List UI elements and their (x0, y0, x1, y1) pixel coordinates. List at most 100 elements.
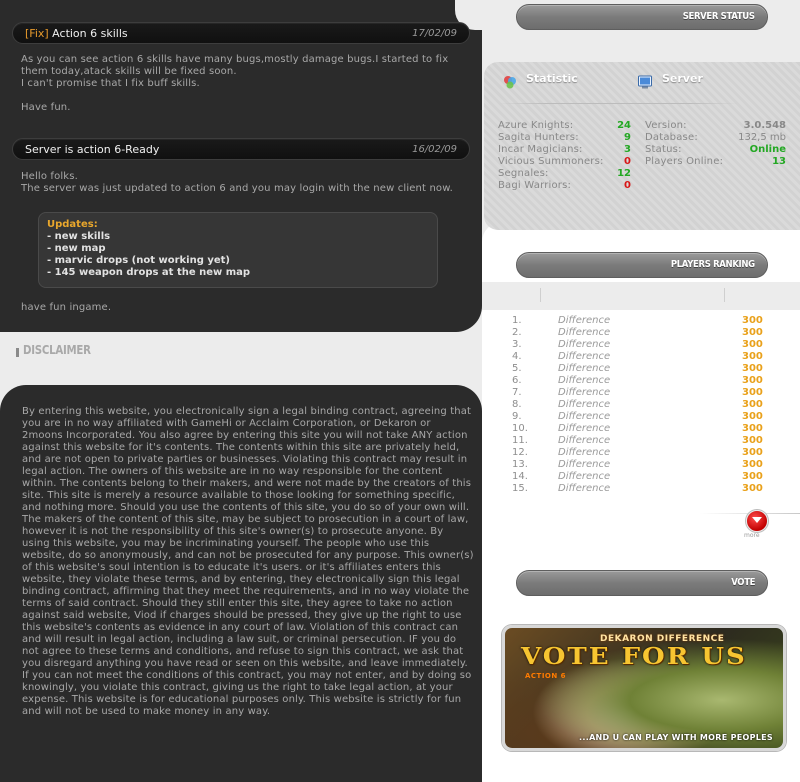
player-name[interactable]: Difference (558, 387, 610, 399)
ranking-row[interactable]: 12. Difference 300 (500, 447, 780, 459)
stat-value: 9 (624, 132, 631, 143)
news-paragraph (21, 90, 471, 102)
player-points: 300 (742, 387, 763, 398)
updates-item: - marvic drops (not working yet) (47, 255, 230, 266)
rank-number: 5. (512, 363, 522, 374)
rank-number: 7. (512, 387, 522, 398)
rank-number: 2. (512, 327, 522, 338)
column-divider (540, 288, 541, 302)
column-divider (724, 288, 725, 302)
server-info-label: Status: (645, 144, 682, 155)
player-name[interactable]: Difference (558, 363, 610, 375)
rank-number: 6. (512, 375, 522, 386)
player-name[interactable]: Difference (558, 423, 610, 435)
stat-value: 3 (624, 144, 631, 155)
vote-header: VOTE (516, 570, 768, 596)
news-date: 17/02/09 (412, 28, 457, 39)
rank-number: 11. (512, 435, 528, 446)
rank-number: 4. (512, 351, 522, 362)
rank-number: 14. (512, 471, 528, 482)
vote-banner[interactable]: DEKARON DIFFERENCE VOTE FOR US ACTION 6 … (502, 625, 786, 751)
more-label: more (744, 532, 760, 539)
ranking-row[interactable]: 9. Difference 300 (500, 411, 780, 423)
player-points: 300 (742, 399, 763, 410)
ranking-row[interactable]: 2. Difference 300 (500, 327, 780, 339)
news-footer: have fun ingame. (21, 302, 112, 313)
updates-item: - 145 weapon drops at the new map (47, 267, 251, 278)
player-name[interactable]: Difference (558, 411, 610, 423)
disclaimer-title: DISCLAIMER (23, 343, 91, 357)
news-paragraph: Hello folks. (21, 171, 78, 182)
ranking-row[interactable]: 6. Difference 300 (500, 375, 780, 387)
player-points: 300 (742, 447, 763, 458)
news-paragraph: As you can see action 6 skills have many… (21, 54, 449, 77)
stat-value: 12 (617, 168, 631, 179)
player-points: 300 (742, 339, 763, 350)
ranking-table-header (482, 282, 800, 310)
player-name[interactable]: Difference (558, 327, 610, 339)
ranking-row[interactable]: 1. Difference 300 (500, 315, 780, 327)
disclaimer-text: By entering this website, you electronic… (22, 406, 474, 717)
disclaimer-header-area (0, 332, 482, 384)
rank-number: 10. (512, 423, 528, 434)
news-title-text: Server is action 6-Ready (25, 143, 160, 156)
ranking-row[interactable]: 3. Difference 300 (500, 339, 780, 351)
updates-item: - new skills (47, 231, 111, 242)
ranking-row[interactable]: 4. Difference 300 (500, 351, 780, 363)
news-paragraph: The server was just updated to action 6 … (21, 183, 453, 194)
statistic-label: Statistic (526, 72, 578, 85)
ranking-row[interactable]: 8. Difference 300 (500, 399, 780, 411)
players-ranking-title: PLAYERS RANKING (671, 259, 755, 270)
updates-box: Updates: - new skills - new map - marvic… (38, 212, 438, 288)
player-name[interactable]: Difference (558, 435, 610, 447)
player-points: 300 (742, 423, 763, 434)
ranking-row[interactable]: 15. Difference 300 (500, 483, 780, 495)
ranking-row[interactable]: 11. Difference 300 (500, 435, 780, 447)
stat-label: Bagi Warriors: (498, 180, 572, 191)
stat-value: 0 (624, 156, 631, 167)
more-ranking-button[interactable] (746, 510, 768, 532)
rank-number: 3. (512, 339, 522, 350)
news-body: Hello folks. The server was just updated… (21, 171, 471, 195)
ranking-row[interactable]: 13. Difference 300 (500, 459, 780, 471)
ranking-row[interactable]: 5. Difference 300 (500, 363, 780, 375)
news-title-bar[interactable]: Server is action 6-Ready 16/02/09 (12, 138, 470, 160)
news-tag: [Fix] (25, 27, 49, 40)
ranking-row[interactable]: 10. Difference 300 (500, 423, 780, 435)
rank-number: 12. (512, 447, 528, 458)
server-icon (638, 75, 652, 89)
news-date: 16/02/09 (412, 144, 457, 155)
player-name[interactable]: Difference (558, 447, 610, 459)
stat-label: Vicious Summoners: (498, 156, 604, 167)
player-name[interactable]: Difference (558, 339, 610, 351)
news-body: As you can see action 6 skills have many… (21, 54, 471, 114)
server-info-value: 132,5 mb (738, 132, 786, 143)
player-points: 300 (742, 459, 763, 470)
vote-banner-title: VOTE FOR US (521, 643, 747, 671)
player-name[interactable]: Difference (558, 399, 610, 411)
news-title[interactable]: [Fix] Action 6 skills (25, 27, 128, 40)
divider (498, 103, 738, 104)
stat-label: Segnales: (498, 168, 549, 179)
player-name[interactable]: Difference (558, 351, 610, 363)
player-name[interactable]: Difference (558, 315, 610, 327)
player-name[interactable]: Difference (558, 471, 610, 483)
vote-banner-tagline: ...AND U CAN PLAY WITH MORE PEOPLES (579, 733, 773, 742)
server-info-value: 3.0.548 (743, 120, 786, 131)
news-paragraph: Have fun. (21, 102, 71, 113)
server-status-title: SERVER STATUS (683, 11, 755, 22)
player-points: 300 (742, 471, 763, 482)
player-name[interactable]: Difference (558, 459, 610, 471)
player-points: 300 (742, 363, 763, 374)
ranking-row[interactable]: 14. Difference 300 (500, 471, 780, 483)
ranking-row[interactable]: 7. Difference 300 (500, 387, 780, 399)
player-name[interactable]: Difference (558, 483, 610, 495)
news-title[interactable]: Server is action 6-Ready (25, 143, 159, 156)
rank-number: 9. (512, 411, 522, 422)
rank-number: 13. (512, 459, 528, 470)
stat-label: Sagita Hunters: (498, 132, 579, 143)
player-name[interactable]: Difference (558, 375, 610, 387)
statistic-icon (504, 76, 516, 89)
stat-label: Incar Magicians: (498, 144, 583, 155)
news-title-bar[interactable]: [Fix] Action 6 skills 17/02/09 (12, 22, 470, 44)
